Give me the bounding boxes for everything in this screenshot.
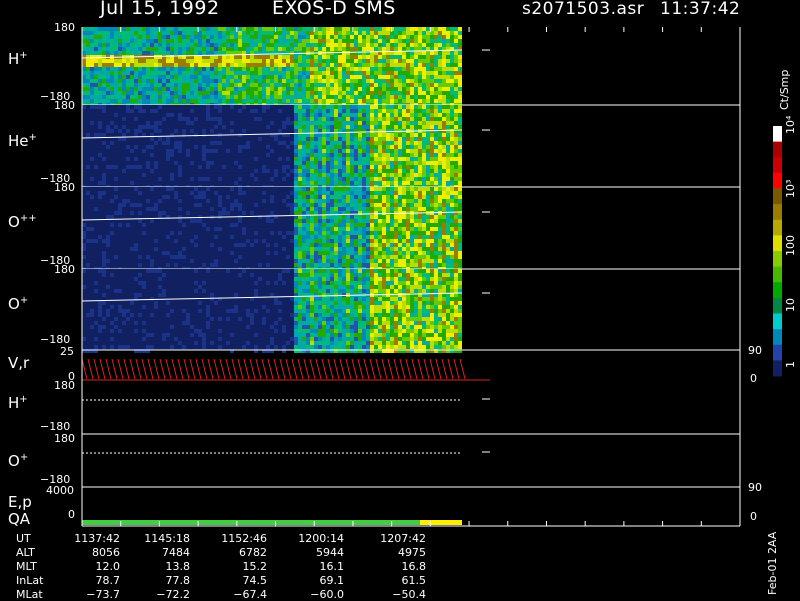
tick-h2-top: 180 — [54, 379, 75, 392]
panel-label-o: O+ — [8, 295, 28, 313]
colorbar-swatch — [773, 189, 782, 205]
colorbar-swatch — [773, 345, 782, 361]
colorbar-tick-100: 100 — [784, 235, 797, 256]
tick-he-top: 180 — [54, 99, 75, 112]
footer-table: UT ALT MLT InLat MLat 1137:42 8056 12.0 … — [0, 529, 760, 600]
footer-mlat-3: −67.4 — [207, 588, 267, 601]
footer-mlt-2: 13.8 — [130, 560, 190, 573]
footer-inlat-2: 77.8 — [130, 574, 190, 587]
colorbar-swatch — [773, 267, 782, 283]
footer-label-mlat: MLat — [16, 588, 43, 601]
footer-alt-4: 5944 — [284, 546, 344, 559]
footer-side-note: Feb-01 2AA — [766, 532, 779, 595]
colorbar-swatch — [773, 204, 782, 220]
panel-label-h: H+ — [8, 50, 28, 68]
panel-label-he: He+ — [8, 132, 37, 150]
colorbar-swatch — [773, 126, 782, 142]
panel-label-o2: O+ — [8, 452, 28, 470]
footer-mlat-1: −73.7 — [60, 588, 120, 601]
footer-inlat-1: 78.7 — [60, 574, 120, 587]
footer-mlat-5: −50.4 — [366, 588, 426, 601]
footer-alt-1: 8056 — [60, 546, 120, 559]
tick-ep-bot: 0 — [68, 508, 75, 521]
tick-vr-right-bot: 0 — [750, 372, 757, 385]
tick-o2-top: 180 — [54, 432, 75, 445]
tick-o-top: 180 — [54, 263, 75, 276]
footer-mlat-4: −60.0 — [284, 588, 344, 601]
footer-ut-1: 1137:42 — [60, 532, 120, 545]
colorbar-swatch — [773, 282, 782, 298]
tick-ep-right-bot: 0 — [750, 510, 757, 523]
footer-inlat-5: 61.5 — [366, 574, 426, 587]
footer-mlt-3: 15.2 — [207, 560, 267, 573]
colorbar-tick-1e3: 10³ — [784, 180, 797, 198]
colorbar-swatch — [773, 235, 782, 251]
panel-label-qa: QA — [8, 510, 30, 528]
footer-inlat-3: 74.5 — [207, 574, 267, 587]
footer-mlat-2: −72.2 — [130, 588, 190, 601]
footer-ut-2: 1145:18 — [130, 532, 190, 545]
qa-bar-green — [82, 520, 420, 525]
qa-bar-yellow — [420, 520, 462, 525]
tick-opp-top: 180 — [54, 181, 75, 194]
colorbar-title: Ct/Smp — [778, 14, 792, 110]
colorbar-tick-10: 10 — [784, 298, 797, 312]
footer-label-inlat: InLat — [16, 574, 43, 587]
footer-label-alt: ALT — [16, 546, 35, 559]
footer-inlat-4: 69.1 — [284, 574, 344, 587]
colorbar-swatch — [773, 220, 782, 236]
tick-vr-top: 25 — [60, 345, 74, 358]
footer-label-mlt: MLT — [16, 560, 37, 573]
footer-label-ut: UT — [16, 532, 31, 545]
tick-ep-top: 4000 — [46, 484, 74, 497]
footer-mlt-5: 16.8 — [366, 560, 426, 573]
colorbar-tick-1e4: 10⁴ — [784, 116, 797, 134]
colorbar-swatch — [773, 329, 782, 345]
colorbar-swatch — [773, 314, 782, 330]
footer-mlt-1: 12.0 — [60, 560, 120, 573]
panel-label-opp: O++ — [8, 213, 37, 231]
footer-alt-3: 6782 — [207, 546, 267, 559]
footer-ut-4: 1200:14 — [284, 532, 344, 545]
footer-alt-5: 4975 — [366, 546, 426, 559]
colorbar-swatch — [773, 173, 782, 189]
panel-label-vr: V,r — [8, 354, 29, 372]
plot-canvas — [0, 0, 800, 600]
tick-h-top: 180 — [54, 21, 75, 34]
colorbar-swatch — [773, 142, 782, 158]
colorbar-swatch — [773, 360, 782, 376]
colorbar-swatch — [773, 251, 782, 267]
colorbar-tick-1: 1 — [784, 361, 797, 368]
footer-ut-5: 1207:42 — [366, 532, 426, 545]
footer-alt-2: 7484 — [130, 546, 190, 559]
panel-label-h2: H+ — [8, 394, 28, 412]
colorbar-swatch — [773, 157, 782, 173]
panel-label-ep: E,p — [8, 493, 32, 511]
tick-vr-right-top: 90 — [748, 344, 762, 357]
tick-ep-right-top: 90 — [748, 481, 762, 494]
footer-ut-3: 1152:46 — [207, 532, 267, 545]
colorbar-swatch — [773, 298, 782, 314]
footer-mlt-4: 16.1 — [284, 560, 344, 573]
